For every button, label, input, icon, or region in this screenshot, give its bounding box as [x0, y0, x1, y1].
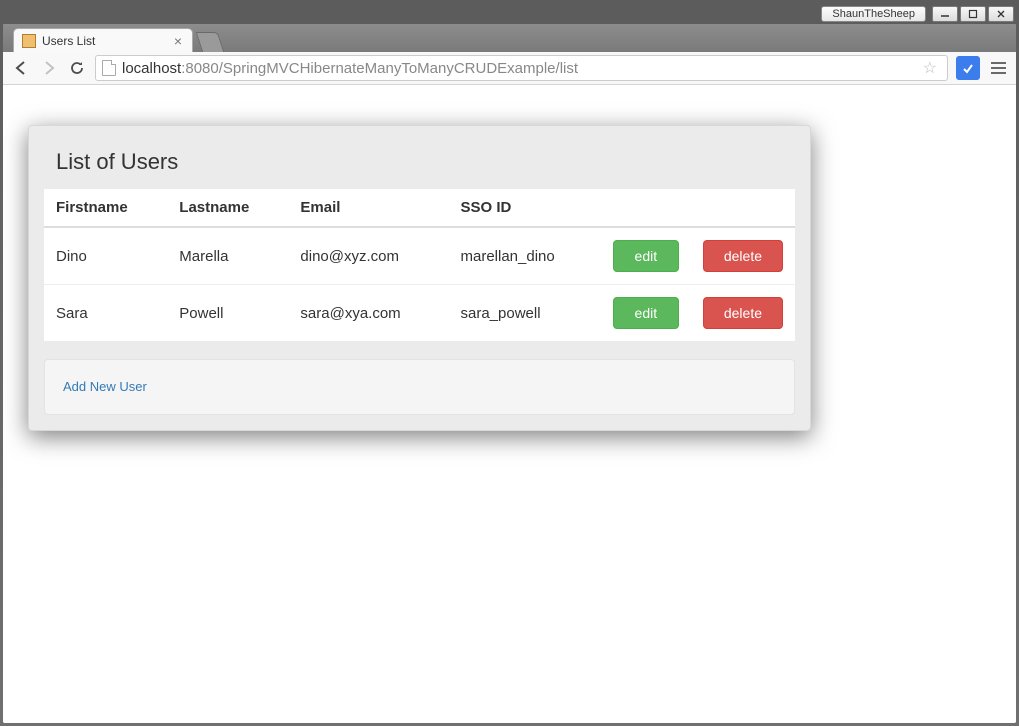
maximize-button[interactable]	[960, 6, 986, 22]
new-tab-button[interactable]	[196, 32, 224, 52]
reload-button[interactable]	[67, 58, 87, 78]
cell-sso-id: marellan_dino	[448, 227, 600, 285]
url-host: localhost	[122, 60, 181, 77]
forward-button[interactable]	[39, 58, 59, 78]
col-sso-id: SSO ID	[448, 189, 600, 227]
edit-button[interactable]: edit	[613, 240, 679, 272]
browser-window: Users List × localhost:8080/SpringMVCHib…	[3, 24, 1016, 723]
page-content: List of Users Firstname Lastname Email S…	[3, 85, 1016, 723]
delete-button[interactable]: delete	[703, 240, 783, 272]
extension-button[interactable]	[956, 56, 980, 80]
col-firstname: Firstname	[44, 189, 167, 227]
delete-button[interactable]: delete	[703, 297, 783, 329]
page-title: List of Users	[44, 141, 795, 189]
cell-lastname: Marella	[167, 227, 288, 285]
col-lastname: Lastname	[167, 189, 288, 227]
cell-lastname: Powell	[167, 285, 288, 342]
close-tab-icon[interactable]: ×	[172, 33, 184, 49]
browser-toolbar: localhost:8080/SpringMVCHibernateManyToM…	[3, 52, 1016, 85]
table-header-row: Firstname Lastname Email SSO ID	[44, 189, 795, 227]
title-bar: ShaunTheSheep	[3, 3, 1016, 24]
bookmark-star-icon[interactable]: ☆	[919, 58, 941, 78]
minimize-button[interactable]	[932, 6, 958, 22]
add-user-well: Add New User	[44, 359, 795, 415]
cell-firstname: Dino	[44, 227, 167, 285]
edit-button[interactable]: edit	[613, 297, 679, 329]
address-bar[interactable]: localhost:8080/SpringMVCHibernateManyToM…	[95, 55, 948, 81]
page-icon	[102, 60, 116, 76]
window-frame: ShaunTheSheep Users List ×	[0, 0, 1019, 726]
favicon-icon	[22, 34, 36, 48]
back-button[interactable]	[11, 58, 31, 78]
close-window-button[interactable]	[988, 6, 1014, 22]
table-row: Dino Marella dino@xyz.com marellan_dino …	[44, 227, 795, 285]
user-badge[interactable]: ShaunTheSheep	[821, 6, 926, 22]
users-panel: List of Users Firstname Lastname Email S…	[28, 125, 811, 431]
tab-strip: Users List ×	[3, 24, 1016, 52]
add-new-user-link[interactable]: Add New User	[63, 379, 147, 394]
browser-tab[interactable]: Users List ×	[13, 28, 193, 52]
cell-sso-id: sara_powell	[448, 285, 600, 342]
cell-email: dino@xyz.com	[288, 227, 448, 285]
url-path: :8080/SpringMVCHibernateManyToManyCRUDEx…	[181, 60, 578, 77]
cell-email: sara@xya.com	[288, 285, 448, 342]
cell-firstname: Sara	[44, 285, 167, 342]
table-row: Sara Powell sara@xya.com sara_powell edi…	[44, 285, 795, 342]
tab-title: Users List	[42, 34, 172, 48]
users-table: Firstname Lastname Email SSO ID Dino Mar…	[44, 189, 795, 341]
menu-button[interactable]	[988, 62, 1008, 74]
col-email: Email	[288, 189, 448, 227]
